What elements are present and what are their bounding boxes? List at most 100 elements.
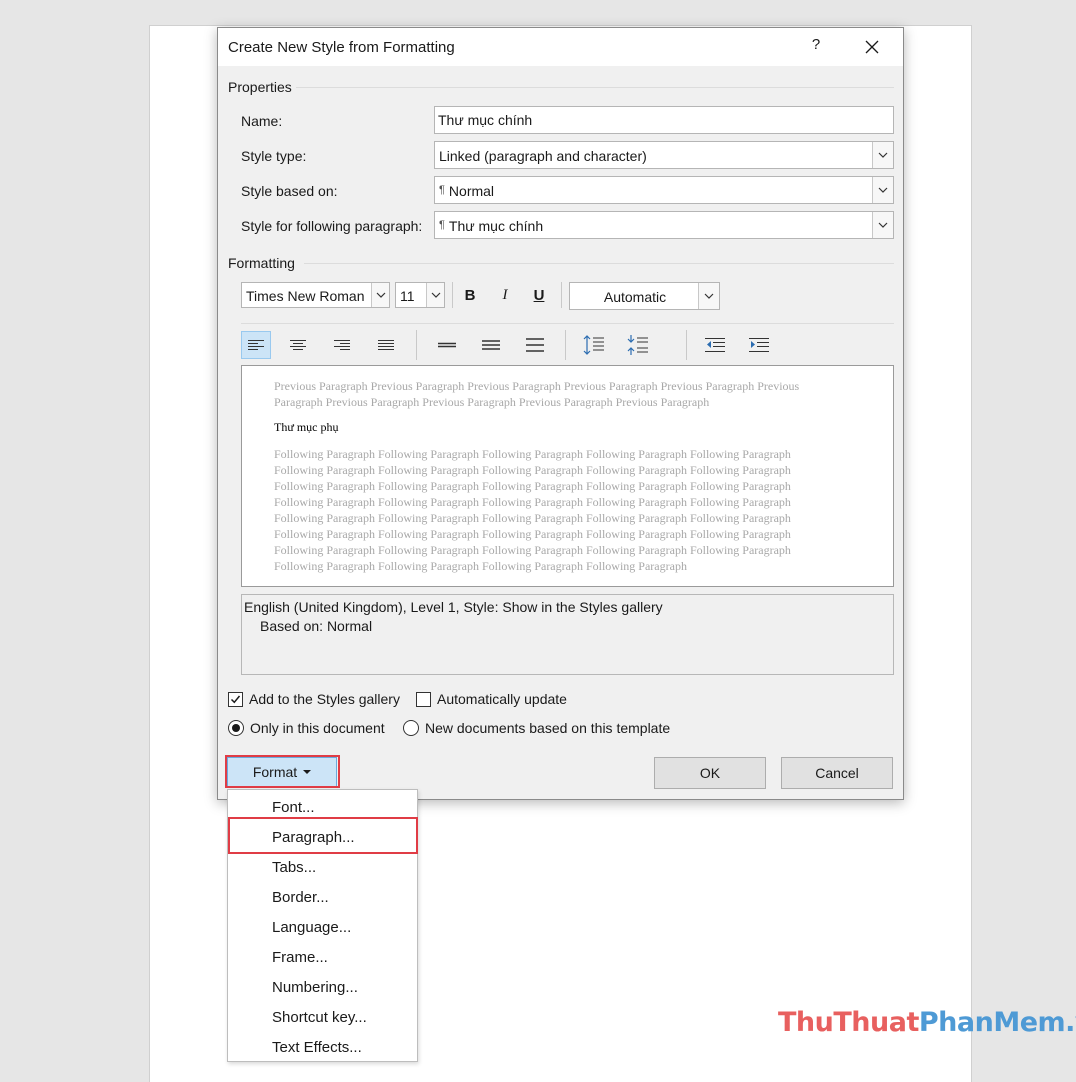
auto-update-checkbox[interactable]: Automatically update: [416, 691, 567, 707]
decrease-paragraph-spacing-button[interactable]: [623, 331, 653, 359]
font-color-dropdown[interactable]: Automatic: [569, 282, 720, 310]
based-on-value: Normal: [448, 183, 495, 199]
following-paragraph-dropdown[interactable]: ¶ Thư mục chính: [434, 211, 894, 239]
based-on-dropdown-button[interactable]: [872, 177, 893, 203]
menu-item-border[interactable]: Border...: [228, 882, 417, 912]
chevron-down-icon: [878, 222, 888, 228]
toolbar-divider: [241, 323, 894, 324]
underline-button[interactable]: U: [528, 283, 550, 307]
menu-item-shortcut-key[interactable]: Shortcut key...: [228, 1002, 417, 1032]
style-type-dropdown-button[interactable]: [872, 142, 893, 168]
watermark-part: Thuat: [833, 1007, 919, 1038]
chevron-down-icon: [704, 293, 714, 299]
increase-paragraph-spacing-button[interactable]: [579, 331, 609, 359]
preview-line: Following Paragraph Following Paragraph …: [274, 511, 791, 525]
paragraph-mark-icon: ¶: [439, 184, 445, 196]
menu-item-text-effects[interactable]: Text Effects...: [228, 1032, 417, 1062]
preview-line: Following Paragraph Following Paragraph …: [274, 527, 791, 541]
watermark-part: Mem: [993, 1007, 1066, 1038]
preview-line: Following Paragraph Following Paragraph …: [274, 559, 687, 573]
add-to-gallery-checkbox[interactable]: Add to the Styles gallery: [228, 691, 400, 707]
checkbox-box[interactable]: [228, 691, 243, 707]
checkmark-icon: [230, 695, 241, 703]
menu-item-language[interactable]: Language...: [228, 912, 417, 942]
properties-group-label: Properties: [228, 79, 292, 95]
font-size-value: 11: [400, 288, 415, 304]
radio-button[interactable]: [228, 720, 244, 736]
chevron-down-icon: [878, 152, 888, 158]
chevron-down-icon: [878, 187, 888, 193]
font-name-dropdown-button[interactable]: [371, 283, 389, 307]
auto-update-label: Automatically update: [437, 691, 567, 707]
toolbar-separator: [565, 330, 566, 360]
close-button[interactable]: [858, 34, 886, 60]
radio-selected-dot: [232, 724, 240, 732]
paragraph-item-highlight: [228, 817, 418, 854]
style-type-label: Style type:: [241, 148, 307, 164]
based-on-dropdown[interactable]: ¶ Normal: [434, 176, 894, 204]
single-spacing-icon: [438, 342, 456, 348]
radio-button[interactable]: [403, 720, 419, 736]
align-right-button[interactable]: [327, 331, 357, 359]
new-documents-radio[interactable]: New documents based on this template: [403, 720, 670, 736]
description-line-1: English (United Kingdom), Level 1, Style…: [244, 599, 663, 615]
cancel-button[interactable]: Cancel: [781, 757, 893, 789]
decrease-indent-button[interactable]: [700, 331, 730, 359]
spacing-decrease-icon: [627, 335, 648, 355]
font-name-value: Times New Roman: [246, 288, 365, 304]
ok-button[interactable]: OK: [654, 757, 766, 789]
font-color-value: Automatic: [603, 289, 667, 305]
toolbar-separator: [416, 330, 417, 360]
following-value-wrap: ¶ Thư mục chính: [439, 218, 543, 234]
preview-line: Following Paragraph Following Paragraph …: [274, 495, 791, 509]
watermark-part: .vn: [1065, 1007, 1076, 1038]
justify-button[interactable]: [371, 331, 401, 359]
format-button-highlight: [225, 755, 340, 788]
bold-button[interactable]: B: [459, 283, 481, 307]
menu-item-frame[interactable]: Frame...: [228, 942, 417, 972]
justify-icon: [378, 340, 394, 350]
formatting-divider: [304, 263, 894, 264]
preview-line: Paragraph Previous Paragraph Previous Pa…: [274, 395, 710, 409]
one-half-spacing-button[interactable]: [476, 331, 506, 359]
style-type-dropdown[interactable]: Linked (paragraph and character): [434, 141, 894, 169]
double-spacing-button[interactable]: [520, 331, 550, 359]
style-description: English (United Kingdom), Level 1, Style…: [241, 594, 894, 675]
font-color-dropdown-button[interactable]: [698, 283, 719, 309]
create-style-dialog: Create New Style from Formatting ? Prope…: [217, 27, 904, 800]
name-field[interactable]: Thư mục chính: [434, 106, 894, 134]
properties-divider: [296, 87, 894, 88]
new-documents-label: New documents based on this template: [425, 720, 671, 736]
increase-indent-icon: [749, 338, 769, 352]
toolbar-separator: [686, 330, 687, 360]
italic-button[interactable]: I: [494, 283, 516, 307]
preview-line: Following Paragraph Following Paragraph …: [274, 447, 791, 461]
style-preview-pane: Previous Paragraph Previous Paragraph Pr…: [241, 365, 894, 587]
increase-indent-button[interactable]: [744, 331, 774, 359]
align-left-button[interactable]: [241, 331, 271, 359]
menu-item-numbering[interactable]: Numbering...: [228, 972, 417, 1002]
one-half-spacing-icon: [482, 340, 500, 350]
following-paragraph-label: Style for following paragraph:: [241, 218, 423, 234]
watermark-part: Phan: [918, 1007, 994, 1038]
following-paragraph-preview: Following Paragraph Following Paragraph …: [274, 446, 804, 574]
checkbox-box[interactable]: [416, 691, 431, 707]
close-icon: [865, 40, 879, 54]
preview-line: Following Paragraph Following Paragraph …: [274, 479, 791, 493]
preview-line: Following Paragraph Following Paragraph …: [274, 543, 791, 557]
font-size-dropdown-button[interactable]: [426, 283, 444, 307]
following-paragraph-dropdown-button[interactable]: [872, 212, 893, 238]
based-on-label: Style based on:: [241, 183, 338, 199]
font-name-dropdown[interactable]: Times New Roman: [241, 282, 390, 308]
single-spacing-button[interactable]: [432, 331, 462, 359]
dialog-titlebar: Create New Style from Formatting ?: [218, 28, 903, 66]
watermark-part: Thu: [778, 1007, 834, 1038]
preview-line: Following Paragraph Following Paragraph …: [274, 463, 791, 477]
chevron-down-icon: [376, 292, 385, 298]
align-center-button[interactable]: [283, 331, 313, 359]
menu-item-tabs[interactable]: Tabs...: [228, 852, 417, 882]
font-size-dropdown[interactable]: 11: [395, 282, 445, 308]
double-spacing-icon: [526, 338, 544, 352]
help-button[interactable]: ?: [808, 36, 824, 53]
only-this-document-radio[interactable]: Only in this document: [228, 720, 385, 736]
